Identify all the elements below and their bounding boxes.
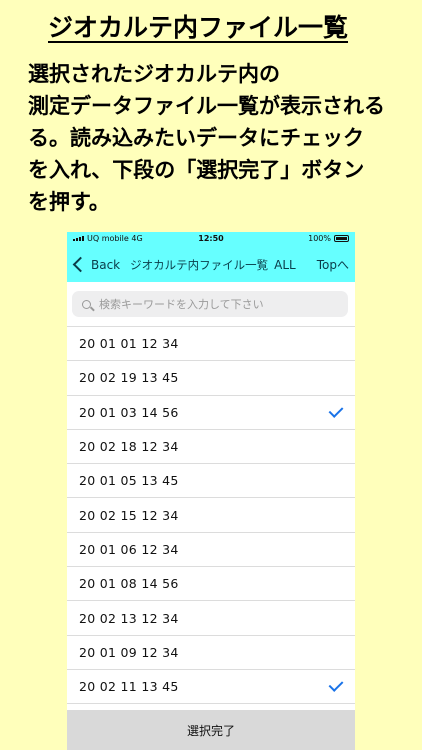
search-bar[interactable] — [72, 291, 348, 317]
file-row[interactable]: 20 02 13 12 34 — [67, 601, 355, 636]
file-name: 20 01 08 14 56 — [79, 576, 179, 592]
file-name: 20 02 19 13 45 — [79, 370, 179, 386]
file-row[interactable]: 20 02 11 13 45 — [67, 670, 355, 705]
search-area — [67, 282, 355, 327]
file-name: 20 02 11 13 45 — [79, 679, 179, 695]
file-row[interactable]: 20 02 18 12 34 — [67, 430, 355, 465]
file-row[interactable]: 20 01 06 12 34 — [67, 533, 355, 568]
file-list: 20 01 01 12 34 20 02 19 13 45 20 01 03 14 … — [67, 327, 355, 705]
description-line: を入れ、下段の「選択完了」ボタン — [28, 158, 365, 182]
file-name: 20 01 03 14 56 — [79, 404, 179, 420]
file-name: 20 01 09 12 34 — [79, 644, 179, 660]
back-button[interactable]: Back — [72, 256, 121, 273]
description-line: る。読み込みたいデータにチェック — [28, 126, 364, 150]
file-row[interactable]: 20 01 01 12 34 — [67, 327, 355, 362]
description: 選択されたジオカルテ内の 測定データファイル一覧が表示される る。読み込みたいデ… — [28, 58, 413, 218]
status-bar: UQ mobile 4G 12:50 100% — [67, 232, 355, 247]
file-name: 20 01 06 12 34 — [79, 541, 179, 557]
file-name: 20 02 18 12 34 — [79, 439, 179, 455]
file-row[interactable]: 20 02 15 12 34 — [67, 498, 355, 533]
all-button[interactable]: ALL — [274, 258, 296, 272]
file-name: 20 01 01 12 34 — [79, 336, 179, 352]
battery-icon — [334, 235, 349, 242]
page-title: ジオカルテ内ファイル一覧 — [48, 13, 349, 42]
description-line: 選択されたジオカルテ内の — [28, 62, 280, 86]
file-name: 20 02 13 12 34 — [79, 610, 179, 626]
file-row[interactable]: 20 02 19 13 45 — [67, 361, 355, 396]
top-button[interactable]: Topへ — [317, 256, 349, 273]
file-row[interactable]: 20 01 09 12 34 — [67, 636, 355, 670]
select-complete-button[interactable]: 選択完了 — [67, 710, 355, 750]
checkmark-icon — [328, 677, 344, 692]
file-row[interactable]: 20 01 08 14 56 — [67, 567, 355, 602]
checkmark-icon — [328, 402, 344, 418]
battery-percent: 100% — [308, 234, 331, 243]
file-row[interactable]: 20 01 05 13 45 — [67, 464, 355, 499]
description-line: を押す。 — [28, 190, 110, 214]
nav-title: ジオカルテ内ファイル一覧 — [130, 257, 269, 272]
file-row[interactable]: 20 01 03 14 56 — [67, 396, 355, 430]
description-line: 測定データファイル一覧が表示される — [28, 94, 385, 118]
chevron-left-icon — [72, 256, 89, 273]
back-label: Back — [91, 257, 121, 272]
phone-screen: UQ mobile 4G 12:50 100% Back ジオカルテ内ファイル一… — [67, 232, 355, 750]
search-input[interactable] — [99, 297, 319, 311]
file-name: 20 02 15 12 34 — [79, 507, 179, 523]
battery-status: 100% — [308, 234, 349, 243]
file-name: 20 01 05 13 45 — [79, 473, 179, 489]
nav-bar: Back ジオカルテ内ファイル一覧 ALL Topへ — [67, 247, 355, 282]
search-icon — [82, 299, 91, 309]
